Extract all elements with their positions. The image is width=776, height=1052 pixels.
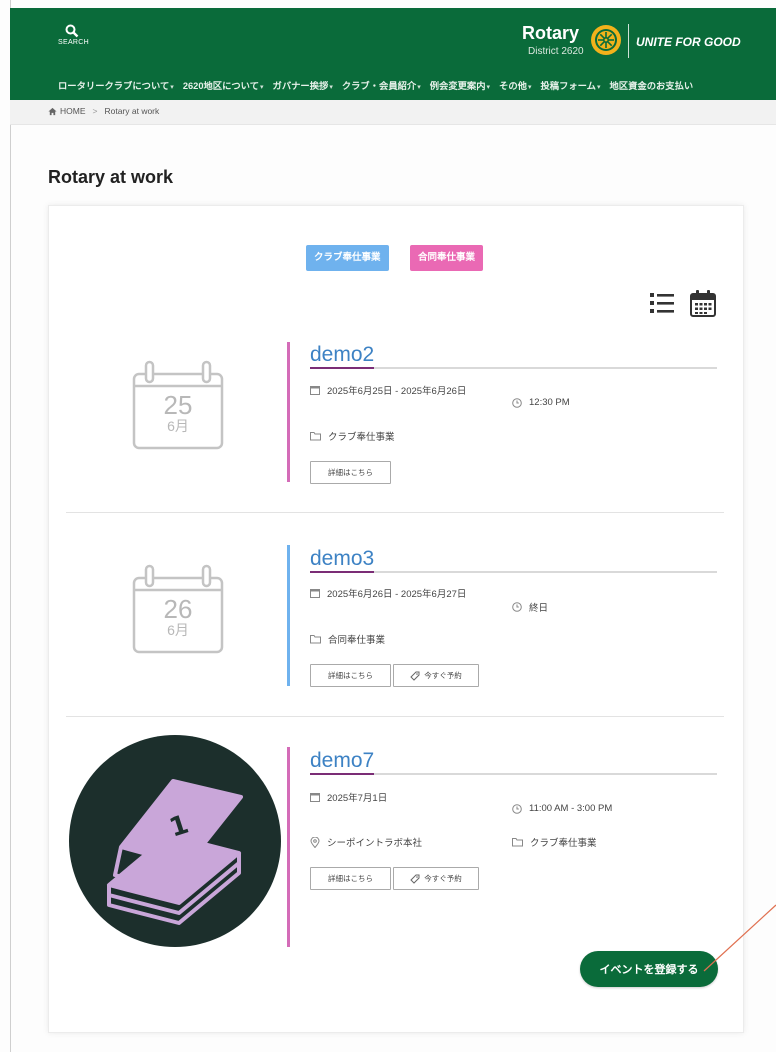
page-frame-border xyxy=(10,0,11,1052)
event-time: 12:30 PM xyxy=(512,397,570,408)
title-underline xyxy=(310,773,717,775)
breadcrumb-separator: > xyxy=(92,106,98,116)
category-color-bar xyxy=(287,545,290,686)
clock-icon xyxy=(512,602,522,612)
chevron-down-icon: ▾ xyxy=(417,84,421,91)
event-date-range: 2025年6月25日 - 2025年6月26日 xyxy=(310,383,466,397)
clock-icon xyxy=(512,803,522,814)
details-button[interactable]: 詳細はこちら xyxy=(310,867,391,890)
search-icon xyxy=(65,24,79,38)
chevron-down-icon: ▾ xyxy=(527,84,532,91)
event-title-link[interactable]: demo3 xyxy=(310,547,374,571)
search-button[interactable]: SEARCH xyxy=(58,24,89,46)
nav-item-about-clubs[interactable]: ロータリークラブについて▾ xyxy=(58,78,174,98)
book-now-button[interactable]: 今すぐ予約 xyxy=(393,867,479,890)
event-image: 1 xyxy=(69,735,281,947)
category-color-bar xyxy=(287,342,290,482)
book-now-button[interactable]: 今すぐ予約 xyxy=(393,664,479,687)
event-month: 6月 xyxy=(167,622,189,638)
title-underline xyxy=(310,367,717,369)
district-label: District 2620 xyxy=(528,46,584,57)
nav-item-governor[interactable]: ガバナー挨拶▾ xyxy=(273,78,333,98)
filter-joint-service[interactable]: 合同奉仕事業 xyxy=(410,245,484,271)
calendar-icon xyxy=(310,386,320,395)
nav-item-post-form[interactable]: 投稿フォーム▾ xyxy=(540,78,600,98)
folder-icon xyxy=(310,432,321,441)
event-location: シーポイントラボ本社 xyxy=(310,835,422,849)
event-category: クラブ奉仕事業 xyxy=(512,835,597,849)
breadcrumb-current: Rotary at work xyxy=(104,106,160,116)
chevron-down-icon: ▾ xyxy=(329,84,333,91)
event-category: クラブ奉仕事業 xyxy=(310,429,395,443)
location-pin-icon xyxy=(310,836,320,848)
clock-icon xyxy=(512,397,522,408)
details-button[interactable]: 詳細はこちら xyxy=(310,461,391,484)
nav-item-other[interactable]: その他▾ xyxy=(499,78,531,98)
calendar-view-icon[interactable] xyxy=(688,288,718,318)
rotary-wheel-icon xyxy=(591,25,621,55)
breadcrumb-home-link[interactable]: HOME xyxy=(60,106,86,116)
category-color-bar xyxy=(287,747,290,947)
brand-tagline: UNITE FOR GOOD xyxy=(636,35,741,49)
event-date: 2025年7月1日 xyxy=(310,790,387,804)
event-time: 11:00 AM - 3:00 PM xyxy=(512,803,612,814)
nav-item-payment[interactable]: 地区資金のお支払い xyxy=(610,78,694,98)
event-title-link[interactable]: demo2 xyxy=(310,343,374,367)
site-header: SEARCH Rotary District 2620 UNITE FOR GO… xyxy=(10,8,776,100)
home-icon xyxy=(48,107,57,115)
title-underline xyxy=(310,571,717,573)
chevron-down-icon: ▾ xyxy=(170,84,174,91)
breadcrumb: HOME > Rotary at work xyxy=(48,106,159,116)
details-button[interactable]: 詳細はこちら xyxy=(310,664,391,687)
main-nav: ロータリークラブについて▾ 2620地区について▾ ガバナー挨拶▾ クラブ・会員… xyxy=(58,78,693,98)
filter-club-service[interactable]: クラブ奉仕事業 xyxy=(306,245,389,271)
event-separator xyxy=(66,716,724,717)
event-category: 合同奉仕事業 xyxy=(310,632,385,646)
folder-icon xyxy=(512,838,523,847)
ticket-icon xyxy=(410,874,420,884)
nav-item-about-district[interactable]: 2620地区について▾ xyxy=(183,78,264,98)
search-label: SEARCH xyxy=(58,39,89,46)
chevron-down-icon: ▾ xyxy=(596,84,601,91)
brand-divider xyxy=(628,24,629,58)
nav-item-clubs-members[interactable]: クラブ・会員紹介▾ xyxy=(342,78,421,98)
brand-name: Rotary xyxy=(522,23,580,43)
breadcrumb-bar: HOME > Rotary at work xyxy=(10,100,776,125)
list-view-icon[interactable] xyxy=(648,289,676,317)
chevron-down-icon: ▾ xyxy=(260,84,264,91)
chevron-down-icon: ▾ xyxy=(486,84,491,91)
event-title-link[interactable]: demo7 xyxy=(310,749,374,773)
calendar-page-illustration: 1 xyxy=(107,779,243,925)
event-month: 6月 xyxy=(167,418,189,434)
event-time: 終日 xyxy=(512,600,548,614)
ticket-icon xyxy=(410,671,420,681)
nav-item-meeting-changes[interactable]: 例会変更案内▾ xyxy=(430,78,490,98)
calendar-icon xyxy=(310,589,320,598)
folder-icon xyxy=(310,635,321,644)
page-title: Rotary at work xyxy=(48,167,174,187)
event-separator xyxy=(66,512,724,513)
register-event-button[interactable]: イベントを登録する xyxy=(580,951,718,987)
calendar-icon xyxy=(310,793,320,802)
event-date-range: 2025年6月26日 - 2025年6月27日 xyxy=(310,586,466,600)
